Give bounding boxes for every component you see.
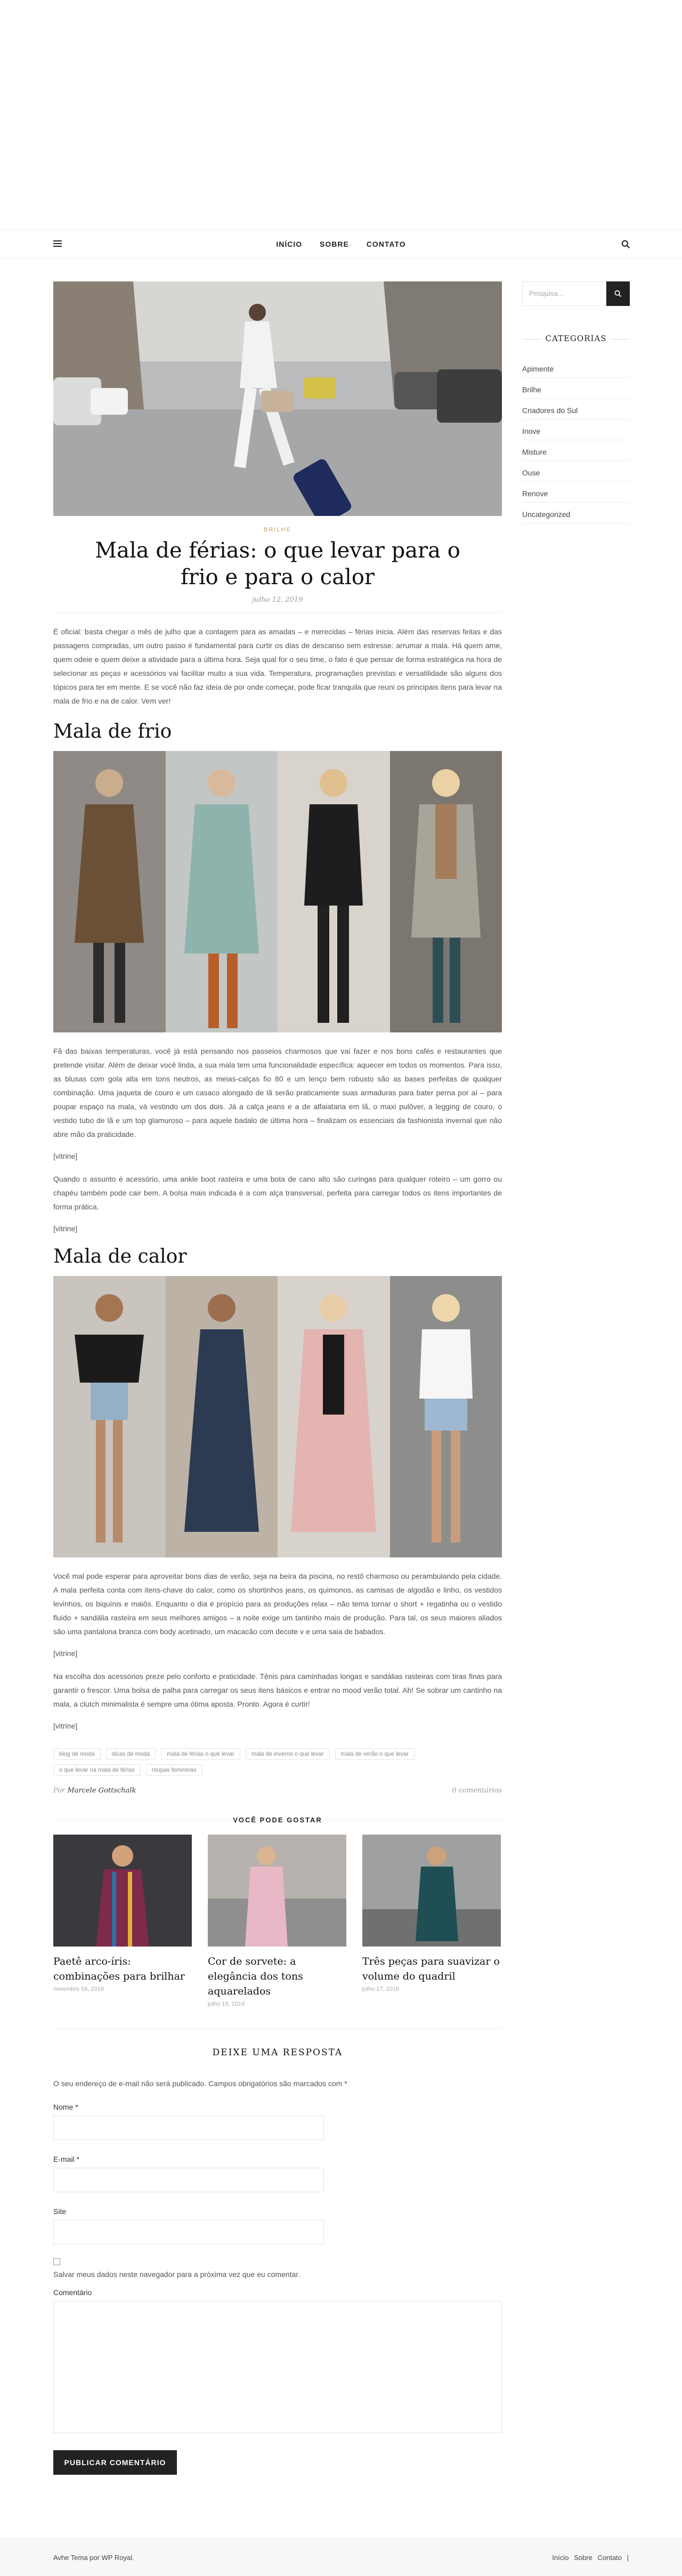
- vitrine-shortcode-3: [vitrine]: [53, 1649, 78, 1658]
- comments-count[interactable]: 0 comentários: [452, 1787, 502, 1795]
- comment-form-title: DEIXE UMA RESPOSTA: [212, 2047, 343, 2058]
- tag[interactable]: roupas femininas: [145, 1764, 202, 1776]
- category-item[interactable]: Apimente: [522, 357, 630, 378]
- category-item[interactable]: Misture: [522, 440, 630, 461]
- post-meta: Por Marcele Gottschalk 0 comentários: [53, 1787, 502, 1795]
- category-item[interactable]: Renove: [522, 482, 630, 503]
- category-item[interactable]: Brilhe: [522, 378, 630, 399]
- related-post-image[interactable]: [208, 1835, 346, 1947]
- categories-title: CATEGORIAS: [522, 334, 630, 343]
- summer-photo-3: [278, 1276, 390, 1557]
- tag[interactable]: mala de verão o que levar: [335, 1748, 415, 1760]
- frio-paragraph-2: Quando o assunto é acessório, uma ankle …: [53, 1175, 502, 1211]
- related-post-card[interactable]: Paetê arco-íris: combinações para brilha…: [53, 1835, 192, 2007]
- footer-separator: |: [627, 2554, 629, 2562]
- post-content: BRILHE Mala de férias: o que levar para …: [53, 281, 502, 2475]
- comment-textarea[interactable]: [53, 2301, 502, 2433]
- related-post-date: julho 17, 2018: [362, 1986, 400, 1992]
- related-post-image[interactable]: [53, 1835, 192, 1947]
- related-post-date: novembro 16, 2018: [53, 1986, 104, 1992]
- footer-link-sobre[interactable]: Sobre: [574, 2554, 592, 2562]
- section-title-frio: Mala de frio: [53, 721, 172, 742]
- sidebar-search: Pesquisa...: [522, 281, 630, 306]
- calor-paragraph-2: Na escolha dos acessórios preze pelo con…: [53, 1672, 502, 1708]
- category-item[interactable]: Criadores do Sul: [522, 399, 630, 419]
- search-icon: [614, 290, 622, 297]
- vitrine-shortcode-4: [vitrine]: [53, 1722, 78, 1730]
- nav-links: INÍCIO SOBRE CONTATO: [0, 240, 682, 248]
- footer-credit: Avhe Tema por WP Royal.: [53, 2554, 134, 2562]
- site-field[interactable]: [53, 2220, 324, 2244]
- footer-links: Início Sobre Contato |: [549, 2554, 629, 2562]
- summer-outfits-collage: [53, 1276, 502, 1557]
- nav-contato[interactable]: CONTATO: [367, 240, 406, 248]
- author-line: Por Marcele Gottschalk: [53, 1787, 136, 1795]
- comment-label: Comentário: [53, 2288, 92, 2297]
- related-post-image[interactable]: [362, 1835, 501, 1947]
- calor-paragraph-1: Você mal pode esperar para aproveitar bo…: [53, 1572, 502, 1636]
- vitrine-shortcode-1: [vitrine]: [53, 1152, 78, 1160]
- related-posts-title: VOCÊ PODE GOSTAR: [53, 1816, 502, 1824]
- summer-photo-4: [389, 1276, 502, 1557]
- winter-outfits-collage: [53, 751, 502, 1032]
- sidebar-search-input[interactable]: Pesquisa...: [522, 281, 606, 306]
- footer-link-inicio[interactable]: Início: [552, 2554, 569, 2562]
- winter-photo-1: [53, 751, 166, 1032]
- tag[interactable]: dicas de moda: [105, 1748, 156, 1760]
- search-icon[interactable]: [621, 240, 630, 249]
- divider: [53, 612, 502, 613]
- save-data-label: Salvar meus dados neste navegador para a…: [53, 2270, 301, 2279]
- related-post-title[interactable]: Três peças para suavizar o volume do qua…: [362, 1954, 501, 1984]
- related-post-card[interactable]: Três peças para suavizar o volume do qua…: [362, 1835, 501, 2007]
- related-post-title[interactable]: Cor de sorvete: a elegância dos tons aqu…: [208, 1954, 346, 1999]
- post-tags: blog de moda dicas de moda mala de féria…: [53, 1748, 502, 1776]
- tag[interactable]: mala de férias o que levar: [161, 1748, 240, 1760]
- related-post-card[interactable]: Cor de sorvete: a elegância dos tons aqu…: [208, 1835, 346, 2007]
- main-navbar: INÍCIO SOBRE CONTATO: [0, 229, 682, 259]
- site-label: Site: [53, 2207, 67, 2216]
- related-posts: Paetê arco-íris: combinações para brilha…: [53, 1835, 502, 2007]
- hero-image: [53, 281, 502, 516]
- email-label: E-mail *: [53, 2155, 80, 2163]
- name-label: Nome *: [53, 2103, 78, 2111]
- submit-comment-button[interactable]: PUBLICAR COMENTÁRIO: [53, 2450, 177, 2475]
- tag[interactable]: blog de moda: [53, 1748, 101, 1760]
- winter-photo-3: [278, 751, 390, 1032]
- tag[interactable]: mala de inverno o que levar: [245, 1748, 330, 1760]
- sidebar: Pesquisa... CATEGORIAS Apimente Brilhe C…: [522, 281, 630, 523]
- intro-paragraph: É oficial: basta chegar o mês de julho q…: [53, 627, 502, 705]
- author-link[interactable]: Marcele Gottschalk: [67, 1787, 136, 1795]
- sidebar-search-button[interactable]: [606, 281, 630, 306]
- category-item[interactable]: Inove: [522, 419, 630, 440]
- save-data-row: Salvar meus dados neste navegador para a…: [53, 2258, 502, 2279]
- tag[interactable]: o que levar na mala de férias: [53, 1764, 141, 1776]
- author-prefix: Por: [53, 1787, 66, 1795]
- categories-list: Apimente Brilhe Criadores do Sul Inove M…: [522, 357, 630, 523]
- related-post-date: julho 18, 2019: [208, 2001, 245, 2007]
- related-post-title[interactable]: Paetê arco-íris: combinações para brilha…: [53, 1954, 192, 1984]
- name-field[interactable]: [53, 2115, 324, 2140]
- vitrine-shortcode-2: [vitrine]: [53, 1224, 78, 1233]
- summer-photo-2: [165, 1276, 278, 1557]
- street-photo: [53, 281, 502, 516]
- header-blank-area: [0, 0, 682, 229]
- frio-paragraph-1: Fã das baixas temperaturas, você já está…: [53, 1047, 502, 1138]
- comment-form: DEIXE UMA RESPOSTA O seu endereço de e-m…: [53, 2029, 502, 2475]
- winter-photo-2: [165, 751, 278, 1032]
- post-date: julho 12, 2019: [252, 596, 303, 604]
- site-footer: Avhe Tema por WP Royal. Início Sobre Con…: [0, 2537, 682, 2576]
- summer-photo-1: [53, 1276, 166, 1557]
- nav-sobre[interactable]: SOBRE: [320, 240, 349, 248]
- category-item[interactable]: Uncategorized: [522, 503, 630, 523]
- save-data-checkbox[interactable]: [53, 2258, 60, 2265]
- email-field[interactable]: [53, 2168, 324, 2192]
- post-category[interactable]: BRILHE: [53, 527, 502, 533]
- footer-link-contato[interactable]: Contato: [597, 2554, 622, 2562]
- nav-inicio[interactable]: INÍCIO: [276, 240, 302, 248]
- category-item[interactable]: Ouse: [522, 461, 630, 482]
- post-title: Mala de férias: o que levar para o frio …: [95, 538, 460, 590]
- winter-photo-4: [389, 751, 502, 1032]
- section-title-calor: Mala de calor: [53, 1246, 187, 1267]
- comment-form-note: O seu endereço de e-mail não será public…: [53, 2079, 347, 2088]
